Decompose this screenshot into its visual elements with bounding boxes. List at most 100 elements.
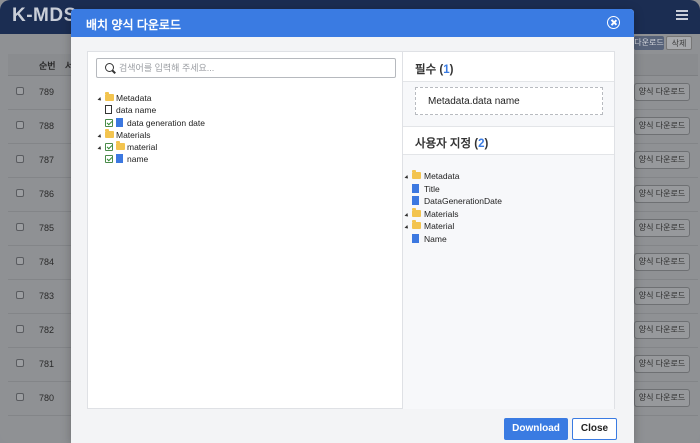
expand-toggle-icon[interactable] bbox=[404, 175, 410, 180]
checkbox-checked-icon[interactable] bbox=[105, 155, 113, 163]
tree-node-label: Metadata bbox=[116, 93, 152, 103]
row-number: 786 bbox=[39, 189, 55, 199]
row-template-download-button[interactable]: 양식 다운로드 bbox=[634, 389, 690, 407]
custom-tree-node[interactable]: Material bbox=[404, 220, 595, 233]
tree-node-label: data name bbox=[116, 105, 157, 115]
folder-icon bbox=[116, 141, 125, 150]
custom-tree-node[interactable]: Title bbox=[412, 184, 602, 196]
row-checkbox[interactable] bbox=[16, 155, 24, 163]
row-number: 787 bbox=[39, 155, 55, 165]
row-template-download-button[interactable]: 양식 다운로드 bbox=[634, 321, 690, 339]
row-number: 783 bbox=[39, 291, 55, 301]
tree-node[interactable]: data name bbox=[105, 105, 305, 117]
tree-node[interactable]: data generation date bbox=[105, 118, 305, 130]
row-checkbox[interactable] bbox=[16, 359, 24, 367]
row-checkbox[interactable] bbox=[16, 325, 24, 333]
row-number: 781 bbox=[39, 359, 55, 369]
modal-title: 배치 양식 다운로드 bbox=[86, 18, 181, 32]
expand-toggle-icon[interactable] bbox=[97, 146, 103, 151]
checkbox-checked-icon[interactable] bbox=[105, 119, 113, 127]
custom-section-title: 사용자 지정 (2) bbox=[415, 138, 489, 150]
custom-count: 2 bbox=[478, 138, 485, 150]
tree-node-label: material bbox=[127, 142, 158, 152]
row-checkbox[interactable] bbox=[16, 291, 24, 299]
row-number: 789 bbox=[39, 87, 55, 97]
row-number: 785 bbox=[39, 223, 55, 233]
file-icon bbox=[412, 234, 419, 243]
tree-node[interactable]: Materials bbox=[97, 129, 298, 142]
tree-node-label: name bbox=[127, 154, 149, 164]
row-template-download-button[interactable]: 양식 다운로드 bbox=[634, 83, 690, 101]
required-item: Metadata.data name bbox=[428, 96, 520, 107]
tree-node-label: data generation date bbox=[127, 118, 205, 128]
row-template-download-button[interactable]: 양식 다운로드 bbox=[634, 219, 690, 237]
expand-toggle-icon[interactable] bbox=[404, 213, 410, 218]
tree-node[interactable]: material bbox=[97, 141, 298, 154]
close-icon[interactable] bbox=[607, 16, 620, 29]
row-template-download-button[interactable]: 양식 다운로드 bbox=[634, 185, 690, 203]
required-section-title: 필수 (1) bbox=[415, 64, 454, 76]
column-number: 순번 bbox=[39, 61, 56, 71]
search-input[interactable] bbox=[119, 61, 389, 75]
required-drop-box[interactable]: Metadata.data name bbox=[415, 87, 603, 115]
custom-tree-node[interactable]: Name bbox=[412, 234, 602, 246]
app-download-button[interactable]: 다운로드 bbox=[634, 36, 664, 50]
folder-icon bbox=[105, 129, 114, 138]
row-number: 788 bbox=[39, 121, 55, 131]
file-icon bbox=[116, 118, 123, 127]
tree-node-label: Materials bbox=[116, 130, 151, 140]
folder-icon bbox=[105, 92, 114, 101]
custom-tree-node-label: Title bbox=[424, 184, 440, 194]
batch-download-modal: 배치 양식 다운로드 Metadata data name data generat… bbox=[71, 9, 634, 443]
expand-toggle-icon[interactable] bbox=[97, 97, 103, 102]
modal-header: 배치 양식 다운로드 bbox=[71, 9, 634, 37]
custom-tree-node-label: DataGenerationDate bbox=[424, 196, 502, 206]
app-logo: K-MDS bbox=[12, 5, 77, 26]
custom-tree-node-label: Metadata bbox=[424, 171, 460, 181]
close-button[interactable]: Close bbox=[572, 418, 617, 440]
custom-tree-node[interactable]: Materials bbox=[404, 208, 595, 221]
row-number: 780 bbox=[39, 393, 55, 403]
file-icon bbox=[116, 154, 123, 163]
row-template-download-button[interactable]: 양식 다운로드 bbox=[634, 117, 690, 135]
folder-icon bbox=[412, 170, 421, 179]
row-checkbox[interactable] bbox=[16, 87, 24, 95]
custom-tree-node-label: Materials bbox=[424, 209, 459, 219]
row-checkbox[interactable] bbox=[16, 223, 24, 231]
row-checkbox[interactable] bbox=[16, 393, 24, 401]
modal-body: Metadata data name data generation date Mat… bbox=[71, 37, 634, 443]
custom-tree-node-label: Material bbox=[424, 221, 455, 231]
custom-area: Metadata Title DataGenerationDate Materials… bbox=[403, 155, 614, 409]
required-count: 1 bbox=[443, 64, 450, 76]
tree-node[interactable]: Metadata bbox=[97, 92, 298, 105]
expand-toggle-icon[interactable] bbox=[97, 134, 103, 139]
search-icon bbox=[105, 63, 114, 72]
download-button[interactable]: Download bbox=[504, 418, 568, 440]
required-area: Metadata.data name bbox=[403, 82, 614, 126]
hamburger-menu-icon[interactable] bbox=[676, 10, 688, 20]
row-template-download-button[interactable]: 양식 다운로드 bbox=[634, 151, 690, 169]
row-template-download-button[interactable]: 양식 다운로드 bbox=[634, 287, 690, 305]
expand-toggle-icon[interactable] bbox=[404, 225, 410, 230]
file-icon bbox=[412, 196, 419, 205]
search-box[interactable] bbox=[96, 58, 396, 78]
row-checkbox[interactable] bbox=[16, 257, 24, 265]
row-checkbox[interactable] bbox=[16, 189, 24, 197]
row-number: 784 bbox=[39, 257, 55, 267]
app-delete-button[interactable]: 삭제 bbox=[666, 36, 692, 50]
row-template-download-button[interactable]: 양식 다운로드 bbox=[634, 355, 690, 373]
custom-tree-node[interactable]: Metadata bbox=[404, 170, 595, 183]
row-checkbox[interactable] bbox=[16, 121, 24, 129]
checkbox-checked-icon[interactable] bbox=[105, 143, 113, 151]
selection-panel: 필수 (1) Metadata.data name 사용자 지정 (2) Met… bbox=[403, 51, 615, 409]
divider bbox=[403, 126, 614, 127]
file-icon bbox=[412, 184, 419, 193]
folder-icon bbox=[412, 208, 421, 217]
tree-node[interactable]: name bbox=[105, 154, 305, 166]
row-template-download-button[interactable]: 양식 다운로드 bbox=[634, 253, 690, 271]
file-outline-icon bbox=[105, 105, 112, 114]
field-tree-panel: Metadata data name data generation date Mat… bbox=[87, 51, 403, 409]
folder-icon bbox=[412, 220, 421, 229]
custom-tree-node[interactable]: DataGenerationDate bbox=[412, 196, 602, 208]
custom-tree-node-label: Name bbox=[424, 234, 447, 244]
